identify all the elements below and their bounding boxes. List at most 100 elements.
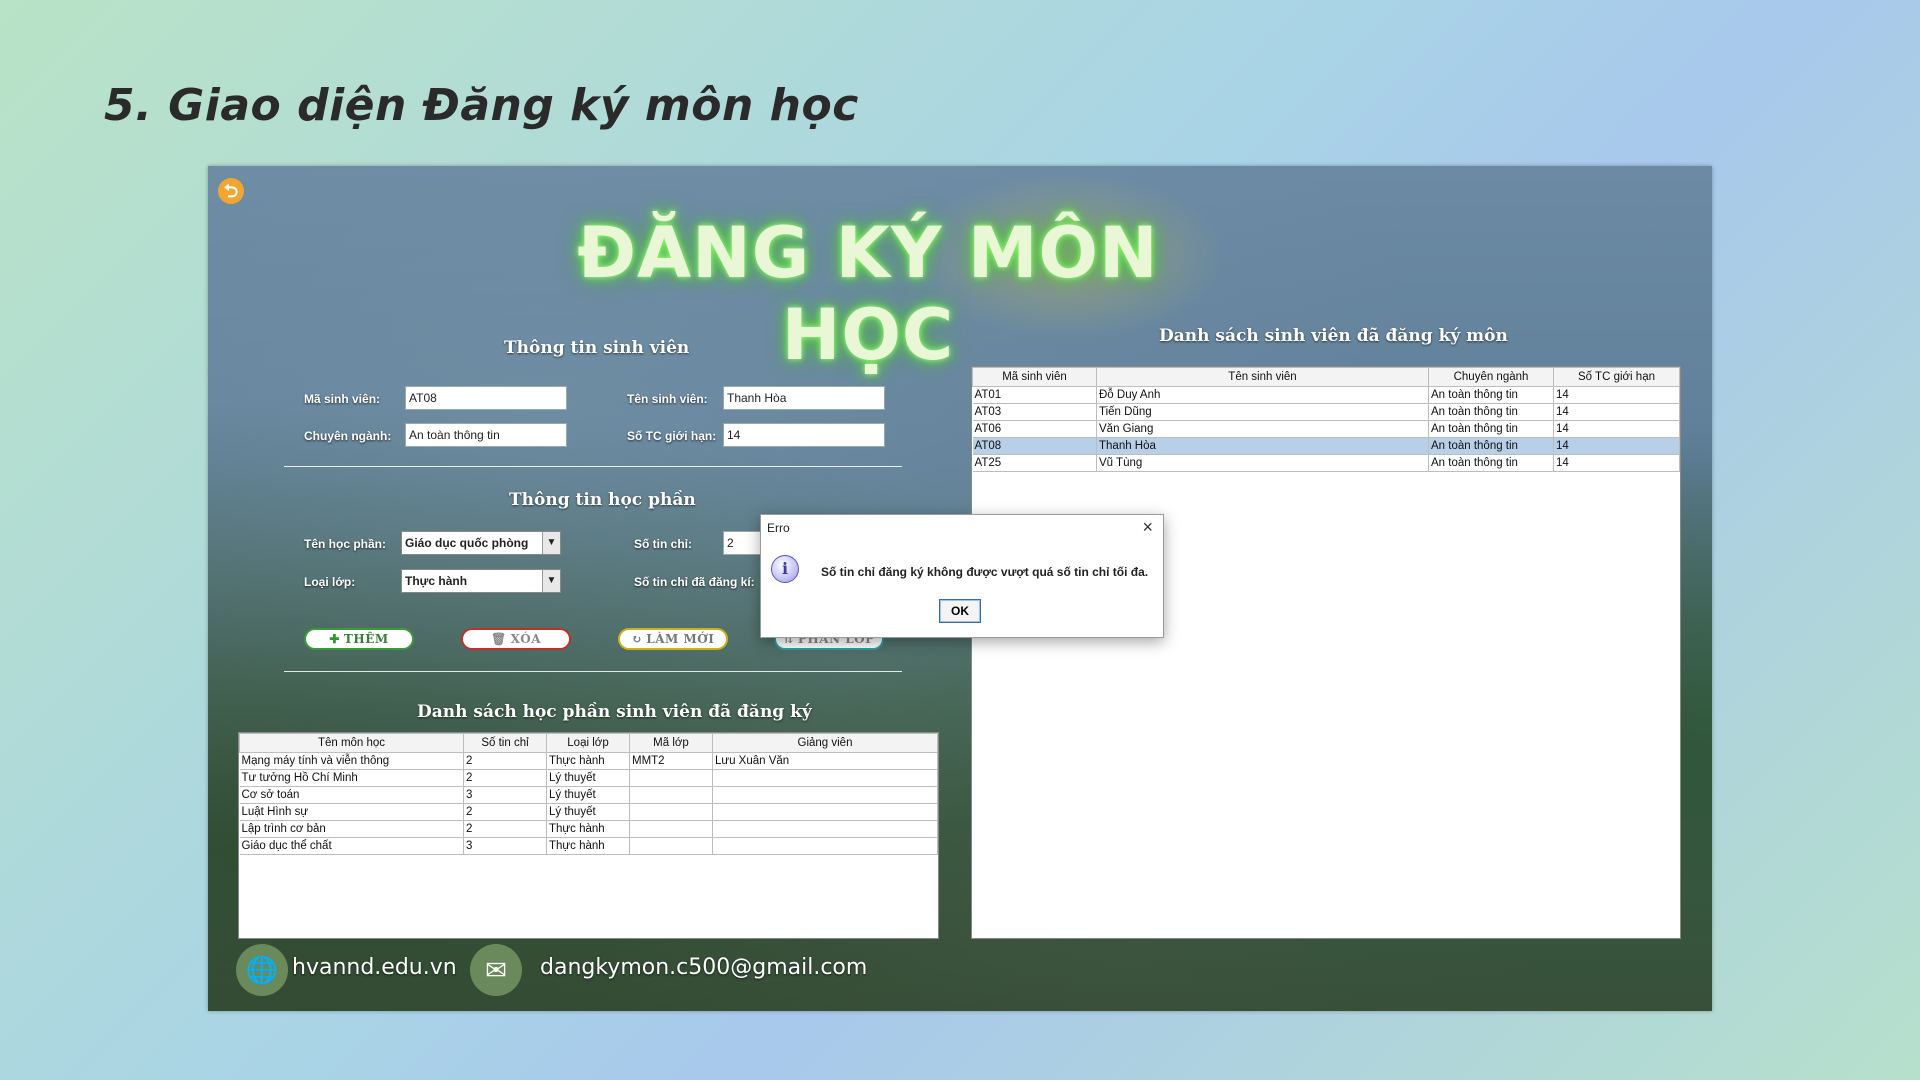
table-cell: 14 [1553,437,1680,455]
table-cell: Lý thuyết [546,769,630,787]
table-row[interactable]: Giáo dục thể chất 3 Thực hành [239,837,938,855]
so-tin-chi-dk-label: Số tin chỉ đã đăng kí: [634,575,755,589]
so-tc-field[interactable]: 14 [723,423,885,447]
table-cell: Lưu Xuân Văn [712,752,938,770]
plus-icon: ✚ [329,632,340,646]
so-tc-label: Số TC giới hạn: [627,429,717,443]
column-header[interactable]: Số TC giới hạn [1553,367,1680,387]
table-row[interactable]: AT25 Vũ Tùng An toàn thông tin 14 [972,454,1680,472]
table-cell: An toàn thông tin [1428,420,1554,438]
table-cell: Lý thuyết [546,803,630,821]
table-cell [629,769,713,787]
ma-sv-label: Mã sinh viên: [304,392,381,406]
table-cell [629,820,713,838]
column-header[interactable]: Mã lớp [629,733,713,753]
table-row[interactable]: AT01 Đỗ Duy Anh An toàn thông tin 14 [972,386,1680,404]
dialog-message: Số tin chỉ đăng ký không được vượt quá s… [821,565,1149,579]
ten-sv-field[interactable]: Thanh Hòa [723,386,885,410]
table-cell: Lập trình cơ bản [239,820,464,838]
table-cell: Văn Giang [1096,420,1429,438]
table-row[interactable]: AT03 Tiến Dũng An toàn thông tin 14 [972,403,1680,421]
table-cell: Giáo dục thể chất [239,837,464,855]
divider [284,671,902,672]
table-row[interactable]: Tư tưởng Hồ Chí Minh 2 Lý thuyết [239,769,938,787]
table-cell: MMT2 [629,752,713,770]
column-header[interactable]: Tên sinh viên [1096,367,1429,387]
table-cell: AT01 [972,386,1097,404]
mail-icon: ✉ [470,944,522,996]
column-header[interactable]: Tên môn học [239,733,464,753]
slide-title: 5. Giao diện Đăng ký môn học [104,80,859,131]
table-row[interactable]: Luật Hình sự 2 Lý thuyết [239,803,938,821]
table-cell: 3 [463,786,547,804]
error-dialog: Erro × i Số tin chỉ đăng ký không được v… [760,514,1164,638]
table-cell: 2 [463,752,547,770]
table-cell: 14 [1553,386,1680,404]
refresh-icon: ↻ [631,632,643,646]
column-header[interactable]: Mã sinh viên [972,367,1097,387]
table-cell: An toàn thông tin [1428,403,1554,421]
table-row[interactable]: Mạng máy tính và viễn thông 2 Thực hành MMT… [239,752,938,770]
chevron-down-icon[interactable]: ▼ [542,570,560,592]
course-info-heading: Thông tin học phần [509,490,696,510]
student-table: Mã sinh viên Tên sinh viên Chuyên ngành … [971,366,1681,939]
back-arrow-icon[interactable]: ⮌ [218,178,244,204]
table-cell: Thực hành [546,752,630,770]
column-header[interactable]: Số tin chỉ [463,733,547,753]
refresh-button[interactable]: ↻ LÀM MỚI [618,628,728,650]
table-cell: 2 [463,820,547,838]
globe-icon: 🌐 [236,944,288,996]
loai-lop-select[interactable]: Thực hành ▼ [401,569,561,593]
delete-button[interactable]: 🗑 XÓA [461,628,571,650]
table-cell: 2 [463,803,547,821]
table-cell: AT06 [972,420,1097,438]
table-cell [712,803,938,821]
table-cell: 14 [1553,454,1680,472]
table-row-selected[interactable]: AT08 Thanh Hòa An toàn thông tin 14 [972,437,1680,455]
ten-hp-label: Tên học phần: [304,537,386,551]
column-header[interactable]: Loại lớp [546,733,630,753]
table-cell: AT08 [972,437,1097,455]
ok-button[interactable]: OK [939,599,981,623]
chuyen-nganh-label: Chuyên ngành: [304,429,392,443]
table-cell: Luật Hình sự [239,803,464,821]
table-cell [629,837,713,855]
table-row[interactable]: Cơ sở toán 3 Lý thuyết [239,786,938,804]
student-table-heading: Danh sách sinh viên đã đăng ký môn [1159,326,1508,346]
table-cell: 2 [463,769,547,787]
table-cell [712,837,938,855]
add-button[interactable]: ✚ THÊM [304,628,414,650]
table-row[interactable]: AT06 Văn Giang An toàn thông tin 14 [972,420,1680,438]
ma-sv-field[interactable]: AT08 [405,386,567,410]
close-icon[interactable]: × [1142,517,1153,538]
table-cell: 14 [1553,420,1680,438]
info-icon: i [771,555,799,583]
table-cell: Thực hành [546,837,630,855]
student-info-heading: Thông tin sinh viên [504,338,690,358]
column-header[interactable]: Chuyên ngành [1428,367,1554,387]
course-table-heading: Danh sách học phần sinh viên đã đăng ký [417,702,812,722]
table-cell [629,786,713,804]
refresh-button-label: LÀM MỚI [646,632,715,646]
table-cell: Thanh Hòa [1096,437,1429,455]
course-table: Tên môn học Số tin chỉ Loại lớp Mã lớp G… [238,732,939,939]
table-cell: 3 [463,837,547,855]
table-cell: An toàn thông tin [1428,454,1554,472]
table-cell [712,820,938,838]
table-row[interactable]: Lập trình cơ bản 2 Thực hành [239,820,938,838]
table-cell: Thực hành [546,820,630,838]
ten-hp-select[interactable]: Giáo dục quốc phòng ▼ [401,531,561,555]
chuyen-nganh-field[interactable]: An toàn thông tin [405,423,567,447]
trash-icon: 🗑 [490,632,507,646]
website-text: hvannd.edu.vn [292,955,457,980]
loai-lop-value: Thực hành [405,574,468,588]
table-cell: AT25 [972,454,1097,472]
table-cell [629,803,713,821]
dialog-title: Erro [767,521,790,535]
table-cell: Tiến Dũng [1096,403,1429,421]
table-cell: AT03 [972,403,1097,421]
column-header[interactable]: Giảng viên [712,733,938,753]
chevron-down-icon[interactable]: ▼ [542,532,560,554]
table-cell: An toàn thông tin [1428,386,1554,404]
divider [284,466,902,467]
